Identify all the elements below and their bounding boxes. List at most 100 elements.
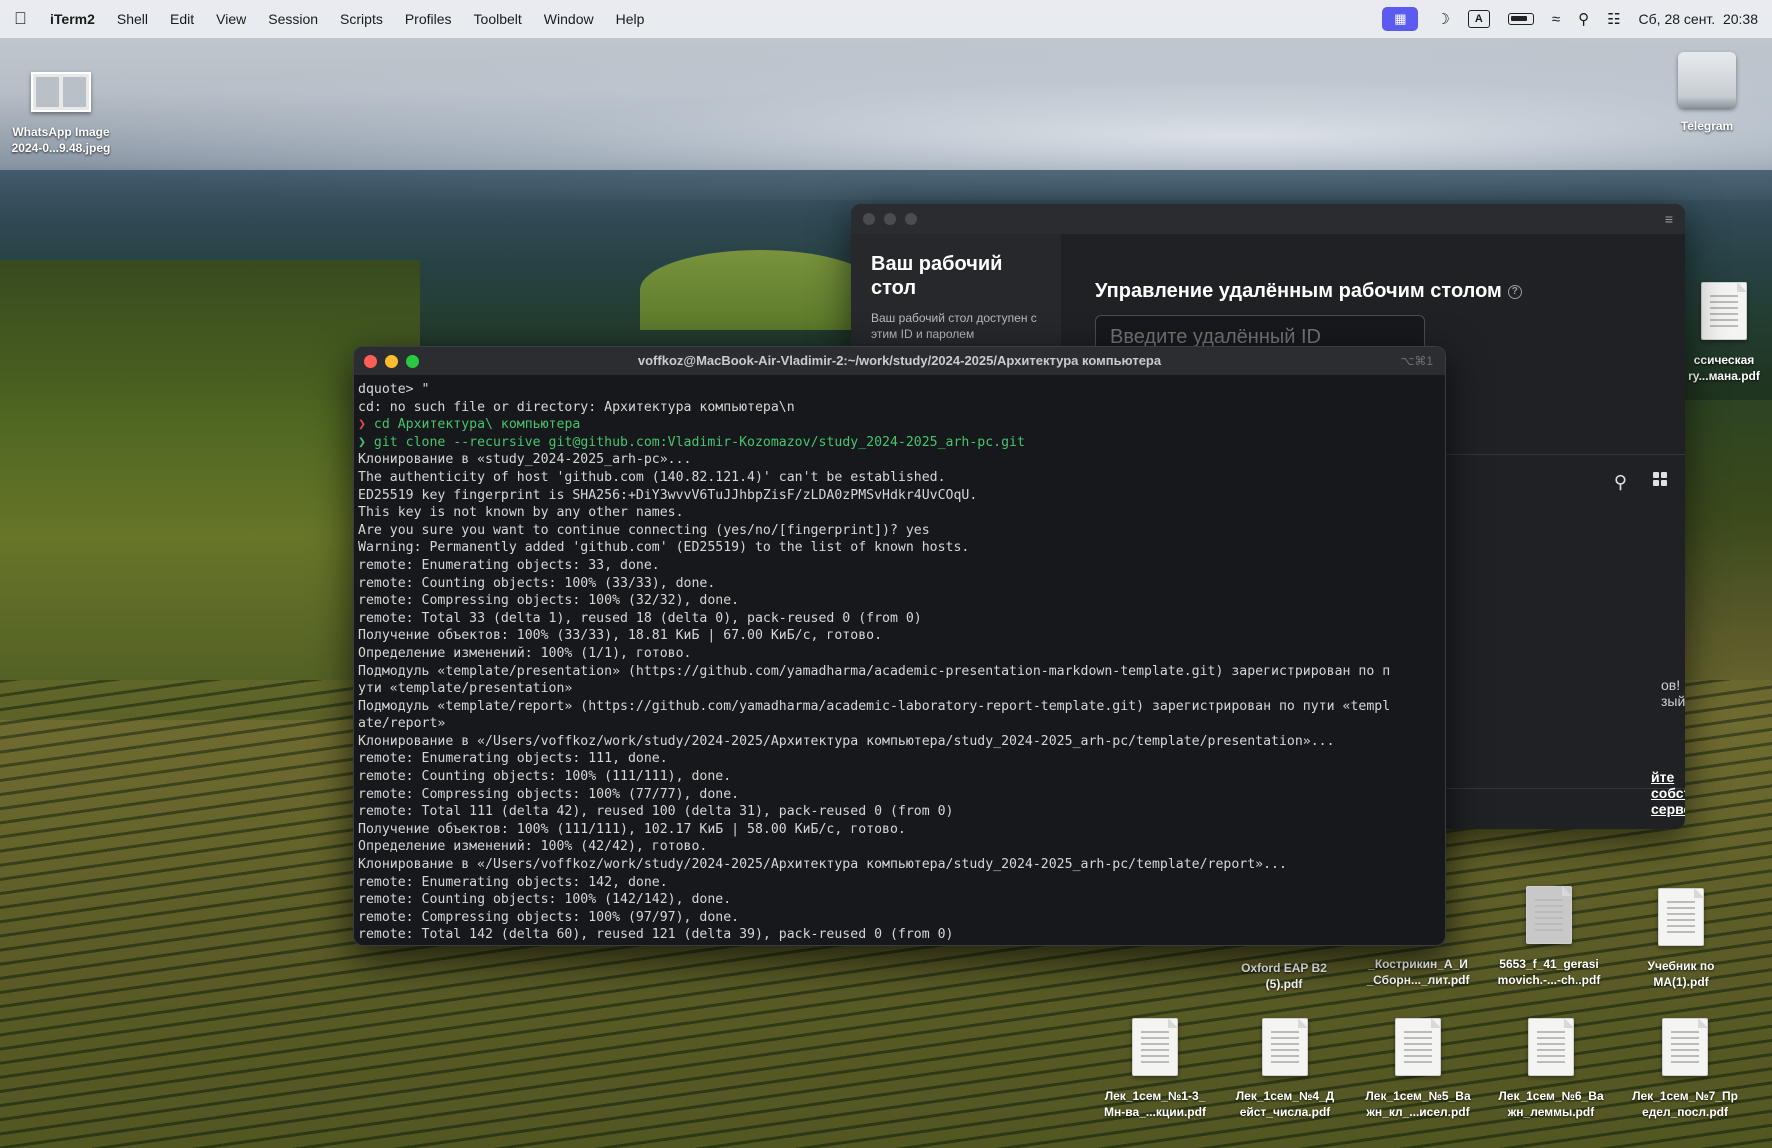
desktop-file-label: Лек_1сем_№7_Пр едел_посл.pdf — [1632, 1089, 1738, 1119]
minimize-button[interactable] — [385, 355, 398, 368]
pdf-document-icon — [1528, 1018, 1574, 1076]
desktop-file-oxford[interactable]: Oxford EAP B2 (5).pdf — [1226, 960, 1342, 992]
info-text-line-2: зый. — [1661, 693, 1685, 709]
wifi-icon[interactable]: ≈ — [1552, 11, 1560, 28]
terminal-prompt-line: ❯ git clone --recursive git@github.com:V… — [358, 434, 1441, 452]
image-thumbnail-icon — [31, 72, 91, 112]
terminal-line: remote: Compressing objects: 100% (32/32… — [358, 593, 740, 609]
zoom-button[interactable] — [905, 213, 917, 225]
remote-desktop-titlebar[interactable]: ≡ — [851, 204, 1685, 234]
desktop-file-right[interactable]: ссическая ry...мана.pdf — [1680, 282, 1768, 384]
desktop-file-label: 5653_f_41_gerasi movich.-...-ch..pdf — [1497, 957, 1601, 987]
terminal-line: Are you sure you want to continue connec… — [358, 522, 930, 538]
hamburger-menu-icon[interactable]: ≡ — [1665, 211, 1673, 227]
drive-icon — [1678, 52, 1736, 108]
terminal-line: remote: Enumerating objects: 142, done. — [358, 874, 668, 890]
desktop-file-kostrikin[interactable]: _Кострикин_А_И _Сборн..._лит.pdf — [1358, 956, 1478, 988]
terminal-line: Подмодуль «template/report» (https://git… — [358, 698, 1391, 714]
prompt-arrow-icon: ❯ — [358, 417, 374, 433]
desktop-file-label: Лек_1сем_№5_Ва жн_кл_...исел.pdf — [1365, 1089, 1471, 1119]
terminal-line: dquote> " — [358, 382, 430, 397]
battery-icon[interactable] — [1507, 13, 1534, 25]
menu-window[interactable]: Window — [544, 11, 594, 27]
menu-app-name[interactable]: iTerm2 — [50, 11, 95, 27]
terminal-line: remote: Total 142 (delta 60), reused 121… — [358, 927, 954, 943]
terminal-line: remote: Enumerating objects: 33, done. — [358, 557, 660, 573]
apple-menu-icon[interactable]:  — [14, 10, 30, 28]
wallpaper-meadow — [640, 250, 880, 330]
status-area: ▦ ☽ A ≈ ⚲ ☷ Сб, 28 сент. 20:38 — [1382, 0, 1758, 38]
menu-bar:  iTerm2 Shell Edit View Session Scripts… — [0, 0, 1772, 38]
remote-control-heading: Управление удалённым рабочим столом ? — [1095, 280, 1651, 303]
desktop-file-label: Учебник по МА(1).pdf — [1647, 959, 1715, 989]
menu-help[interactable]: Help — [616, 11, 645, 27]
menu-session[interactable]: Session — [268, 11, 318, 27]
desktop-file-label: _Кострикин_А_И _Сборн..._лит.pdf — [1366, 957, 1470, 987]
search-icon[interactable]: ⚲ — [1614, 472, 1627, 493]
menu-toolbelt[interactable]: Toolbelt — [474, 11, 522, 27]
desktop-drive-label: Telegram — [1680, 119, 1734, 133]
remote-control-heading-text: Управление удалённым рабочим столом — [1095, 280, 1502, 302]
window-controls — [863, 213, 917, 225]
terminal-line: remote: Counting objects: 100% (142/142)… — [358, 892, 732, 908]
desktop-file-uchebnik[interactable]: Учебник по МА(1).pdf — [1622, 888, 1740, 990]
terminal-line: ути «template/presentation» — [358, 681, 573, 697]
terminal-command: cd Архитектура\ компьютера — [373, 417, 581, 433]
terminal-output[interactable]: dquote> " cd: no such file or directory:… — [354, 375, 1445, 944]
screen-sharing-icon[interactable]: ▦ — [1382, 7, 1419, 31]
focus-moon-icon[interactable]: ☽ — [1436, 10, 1449, 28]
desktop-file-lek-1[interactable]: Лек_1сем_№1-3_ Мн-ва_...кции.pdf — [1096, 1018, 1214, 1120]
menu-scripts[interactable]: Scripts — [340, 11, 383, 27]
menu-clock[interactable]: Сб, 28 сент. 20:38 — [1639, 11, 1758, 27]
keyboard-layout-icon[interactable]: A — [1467, 10, 1490, 28]
desktop-file-label: ссическая ry...мана.pdf — [1688, 353, 1760, 383]
window-controls — [364, 355, 419, 368]
terminal-line: remote: Counting objects: 100% (33/33), … — [358, 575, 716, 591]
menu-edit[interactable]: Edit — [170, 11, 194, 27]
help-icon[interactable]: ? — [1507, 284, 1522, 299]
menu-shell[interactable]: Shell — [117, 11, 148, 27]
zoom-button[interactable] — [406, 355, 419, 368]
desktop-file-lek-7[interactable]: Лек_1сем_№7_Пр едел_посл.pdf — [1624, 1018, 1746, 1120]
prompt-arrow-icon: ❯ — [358, 434, 374, 450]
terminal-line: Warning: Permanently added 'github.com' … — [358, 540, 970, 556]
tab-shortcut: ⌥⌘1 — [1400, 354, 1433, 368]
terminal-window[interactable]: voffkoz@MacBook-Air-Vladimir-2:~/work/st… — [353, 346, 1446, 946]
desktop-file-whatsapp-image[interactable]: WhatsApp Image 2024-0...9.48.jpeg — [6, 72, 116, 156]
grid-view-icon[interactable] — [1653, 472, 1667, 486]
terminal-line: remote: Compressing objects: 100% (97/97… — [358, 909, 740, 925]
terminal-line: Определение изменений: 100% (42/42), гот… — [358, 839, 708, 855]
own-server-link[interactable]: йте собственный сервер. — [1651, 769, 1685, 817]
minimize-button[interactable] — [884, 213, 896, 225]
pdf-document-icon — [1395, 1018, 1441, 1076]
desktop-file-gerasimovich[interactable]: 5653_f_41_gerasi movich.-...-ch..pdf — [1490, 886, 1608, 988]
close-button[interactable] — [364, 355, 377, 368]
terminal-line: remote: Counting objects: 100% (111/111)… — [358, 769, 732, 785]
spotlight-search-icon[interactable]: ⚲ — [1578, 10, 1589, 28]
terminal-title: voffkoz@MacBook-Air-Vladimir-2:~/work/st… — [637, 353, 1162, 368]
terminal-line: cd: no such file or directory: Архитекту… — [358, 399, 795, 415]
desktop-file-lek-4[interactable]: Лек_1сем_№4_Д ейст_числа.pdf — [1226, 1018, 1344, 1120]
info-text-line-1: ов! — [1661, 677, 1681, 693]
pdf-document-icon — [1701, 282, 1747, 340]
pdf-document-icon — [1262, 1018, 1308, 1076]
pdf-document-icon — [1662, 1018, 1708, 1076]
desktop-drive-telegram[interactable]: Telegram — [1662, 52, 1752, 134]
terminal-titlebar[interactable]: voffkoz@MacBook-Air-Vladimir-2:~/work/st… — [354, 347, 1445, 375]
terminal-line: remote: Enumerating objects: 111, done. — [358, 751, 668, 767]
desktop-file-lek-6[interactable]: Лек_1сем_№6_Ва жн_леммы.pdf — [1492, 1018, 1610, 1120]
pdf-document-icon — [1526, 886, 1572, 944]
menu-profiles[interactable]: Profiles — [405, 11, 452, 27]
pdf-document-icon — [1658, 888, 1704, 946]
desktop-file-label: Лек_1сем_№6_Ва жн_леммы.pdf — [1498, 1089, 1604, 1119]
desktop-file-lek-5[interactable]: Лек_1сем_№5_Ва жн_кл_...исел.pdf — [1358, 1018, 1478, 1120]
terminal-line: Получение объектов: 100% (111/111), 102.… — [358, 821, 906, 837]
terminal-line: remote: Total 111 (delta 42), reused 100… — [358, 804, 954, 820]
terminal-line: ED25519 key fingerprint is SHA256:+DiY3w… — [358, 487, 978, 503]
menu-view[interactable]: View — [216, 11, 246, 27]
desktop-file-label: Лек_1сем_№1-3_ Мн-ва_...кции.pdf — [1104, 1089, 1206, 1119]
terminal-line: The authenticity of host 'github.com (14… — [358, 469, 946, 485]
control-center-icon[interactable]: ☷ — [1607, 10, 1620, 28]
close-button[interactable] — [863, 213, 875, 225]
terminal-prompt-line: ❯ cd Архитектура\ компьютера — [358, 416, 1441, 434]
